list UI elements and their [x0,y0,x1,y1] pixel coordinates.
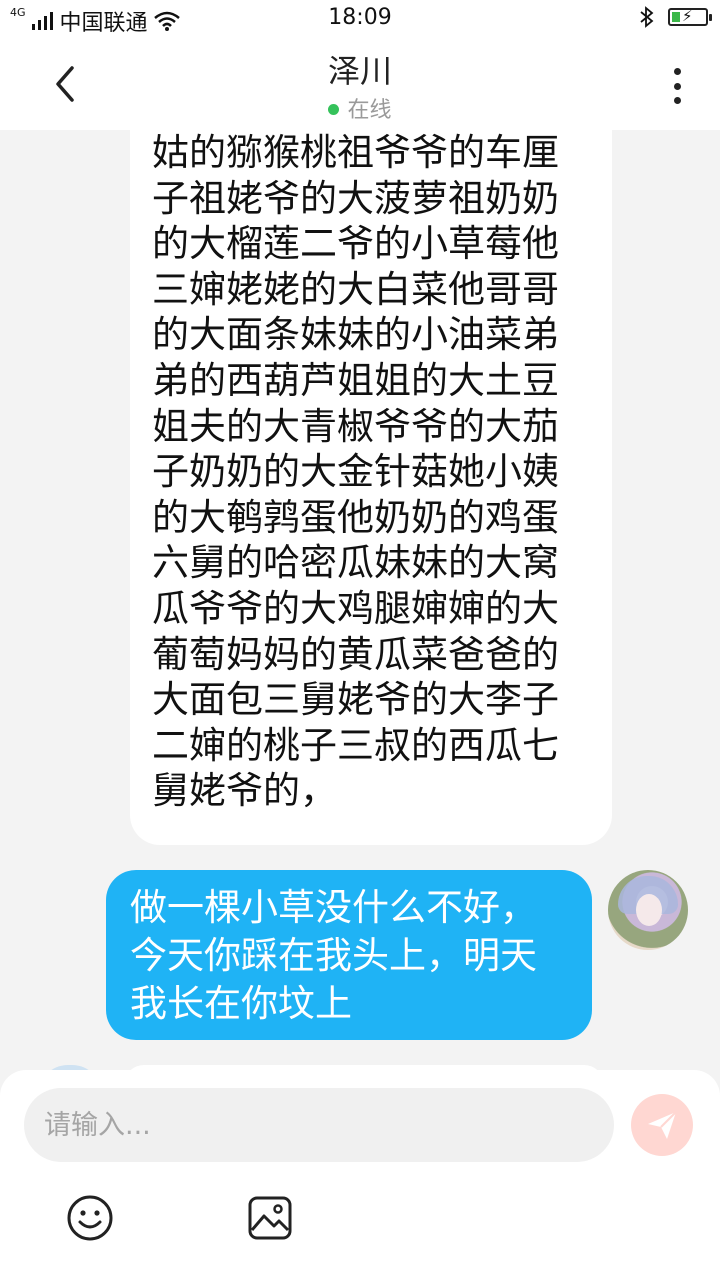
message-text: 做一棵小草没什么不好，今天你踩在我头上，明天我长在你坟上 [130,886,537,1025]
battery-charging-icon: ⚡ [668,7,712,26]
image-icon [248,1196,292,1240]
outgoing-message-row: 做一棵小草没什么不好，今天你踩在我头上，明天我长在你坟上 [0,870,720,1040]
chat-header: 泽川 在线 [0,38,720,130]
smiley-icon [67,1195,113,1241]
dot-icon [673,97,681,104]
presence-status: 在线 [0,92,720,124]
emoji-button[interactable] [66,1194,114,1242]
message-input[interactable] [24,1088,614,1162]
message-text: 姑的猕猴桃祖爷爷的车厘子祖姥爷的大菠萝祖奶奶的大榴莲二爷的小草莓他三婶姥姥的大白… [152,131,559,813]
send-button[interactable] [631,1094,693,1156]
more-options-button[interactable] [662,64,692,108]
send-icon [648,1111,677,1139]
online-dot-icon [328,103,340,115]
status-right: ⚡ [640,6,712,28]
message-list[interactable]: 姑的猕猴桃祖爷爷的车厘子祖姥爷的大菠萝祖奶奶的大榴莲二爷的小草莓他三婶姥姥的大白… [0,130,720,1070]
my-avatar[interactable] [608,870,688,950]
composer-panel [0,1070,720,1280]
dot-icon [673,68,681,75]
contact-name: 泽川 [327,52,392,90]
bluetooth-icon [640,6,654,28]
presence-label: 在线 [347,98,392,123]
clock: 18:09 [328,5,392,30]
outgoing-message-bubble[interactable]: 做一棵小草没什么不好，今天你踩在我头上，明天我长在你坟上 [106,870,592,1040]
dot-icon [673,82,681,90]
status-bar: 4G 中国联通 18:09 ⚡ [0,0,720,38]
image-picker-button[interactable] [246,1194,294,1242]
incoming-message-bubble[interactable]: 姑的猕猴桃祖爷爷的车厘子祖姥爷的大菠萝祖奶奶的大榴莲二爷的小草莓他三婶姥姥的大白… [130,130,612,845]
